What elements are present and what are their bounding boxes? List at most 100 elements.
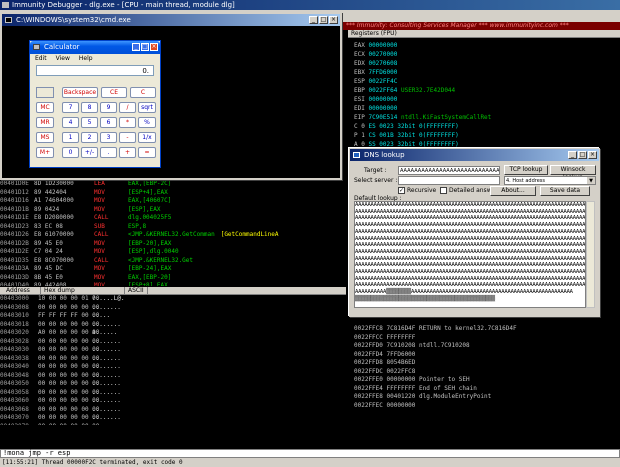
- key-3[interactable]: 3: [100, 132, 117, 143]
- close-button[interactable]: ×: [329, 16, 338, 24]
- menu-edit[interactable]: Edit: [35, 55, 47, 62]
- key-7[interactable]: 7: [62, 102, 79, 113]
- save-data-button[interactable]: Save data: [540, 186, 590, 196]
- dns-titlebar[interactable]: DNS lookup _ □ ×: [350, 149, 599, 161]
- recursive-checkbox[interactable]: ✓: [398, 187, 405, 194]
- dns-maximize-button[interactable]: □: [578, 151, 587, 159]
- dns-lookup-window[interactable]: DNS lookup _ □ × Target : AAAAAAAAAAAAAA…: [349, 148, 600, 317]
- immunity-titlebar[interactable]: Immunity Debugger - dlg.exe - [CPU - mai…: [0, 0, 620, 10]
- key-mr[interactable]: MR: [36, 117, 54, 128]
- disasm-row[interactable]: 00401D35 E8 8C070000 CALL <JMP.&KERNEL32.Ge…: [0, 257, 346, 266]
- key-4[interactable]: 4: [62, 117, 79, 128]
- menu-help[interactable]: Help: [79, 55, 93, 62]
- dump-row[interactable]: 00403048 00 00 00 00 00 00........: [0, 372, 346, 381]
- key-subtract[interactable]: -: [119, 132, 136, 143]
- dump-row[interactable]: 00403040 00 00 00 00 00 00........: [0, 363, 346, 372]
- register-row[interactable]: ECX 00270000: [354, 50, 614, 59]
- winsock-lookup-button[interactable]: Winsock lookup: [550, 165, 596, 181]
- dump-pane[interactable]: Address Hex dump ASCII 00403000 10 00 00 …: [0, 287, 346, 425]
- key-percent[interactable]: %: [138, 117, 156, 128]
- disasm-row[interactable]: 00401D12 89 442404 MOV [ESP+4],EAX: [0, 189, 346, 198]
- dump-row[interactable]: 00403010 FF FF FF FF 00 00.....: [0, 312, 346, 321]
- disasm-row[interactable]: 00401D1E E8 D2080000 CALL dlg.004025F5: [0, 214, 346, 223]
- disasm-row[interactable]: 00401D3A 89 45 DC MOV [EBP-24],EAX: [0, 265, 346, 274]
- register-row[interactable]: C 0 ES 0023 32bit 0(FFFFFFFF): [354, 122, 614, 131]
- disasm-row[interactable]: 00401D26 E8 61070000 CALL <JMP.&KERNEL32.Ge…: [0, 231, 346, 240]
- dns-minimize-button[interactable]: _: [568, 151, 577, 159]
- key-1[interactable]: 1: [62, 132, 79, 143]
- key-0[interactable]: 0: [62, 147, 79, 158]
- dump-row[interactable]: 00403028 00 00 00 00 00 00........: [0, 338, 346, 347]
- dump-row[interactable]: 00403018 00 00 00 00 00 00........: [0, 321, 346, 330]
- key-8[interactable]: 8: [81, 102, 98, 113]
- dump-row[interactable]: 0040307800 00 00 00 00 00........: [0, 423, 346, 426]
- maximize-button[interactable]: □: [319, 16, 328, 24]
- menu-view[interactable]: View: [56, 55, 70, 62]
- calculator-window[interactable]: Calculator _ □ × Edit View Help 0. Backs…: [29, 40, 161, 168]
- calc-minimize-button[interactable]: _: [132, 43, 140, 51]
- key-c[interactable]: C: [130, 87, 156, 98]
- dump-row[interactable]: 00403068 00 00 00 00 00 00........: [0, 406, 346, 415]
- disasm-row[interactable]: 00401D0E 8D 1D230000 LEA EAX,[EBP-2C]: [0, 180, 346, 189]
- disasm-row[interactable]: 00401D2E C7 04 24 MOV [ESP],dlg.0040: [0, 248, 346, 257]
- key-reciprocal[interactable]: 1/x: [138, 132, 156, 143]
- calc-maximize-button[interactable]: □: [141, 43, 149, 51]
- key-decimal[interactable]: .: [100, 147, 117, 158]
- register-row[interactable]: EDI 00000000: [354, 104, 614, 113]
- lookup-output-textarea[interactable]: AAAAAAAAAAAAAAAAAAAAAAAAAAAAAAAAAAAAAAAA…: [354, 201, 586, 308]
- register-row[interactable]: P 1 CS 001B 32bit 0(FFFFFFFF): [354, 131, 614, 140]
- dns-close-button[interactable]: ×: [588, 151, 597, 159]
- key-sqrt[interactable]: sqrt: [138, 102, 156, 113]
- tcp-lookup-button[interactable]: TCP lookup: [504, 165, 548, 175]
- calc-close-button[interactable]: ×: [150, 43, 158, 51]
- cmd-titlebar[interactable]: C:\WINDOWS\system32\cmd.exe _ □ ×: [2, 14, 340, 26]
- key-ce[interactable]: CE: [101, 87, 127, 98]
- key-add[interactable]: +: [119, 147, 136, 158]
- disasm-row[interactable]: 00401D2B 89 45 E0 MOV [EBP-20],EAX: [0, 240, 346, 249]
- disasm-row[interactable]: 00401D3D 8B 45 E0 MOV EAX,[EBP-20]: [0, 274, 346, 283]
- calculator-titlebar[interactable]: Calculator _ □ ×: [30, 41, 160, 54]
- dump-row[interactable]: 00403030 00 00 00 00 00 00........: [0, 346, 346, 355]
- chevron-down-icon[interactable]: ▼: [587, 177, 595, 184]
- key-multiply[interactable]: *: [119, 117, 136, 128]
- disasm-row[interactable]: 00401D1B 89 0424 MOV [ESP],EAX: [0, 206, 346, 215]
- key-mplus[interactable]: M+: [36, 147, 54, 158]
- stack-row[interactable]: 0022FFD8 8054B6ED: [348, 359, 620, 368]
- register-row[interactable]: EIP 7C90E514 ntdll.KiFastSystemCallRet: [354, 113, 614, 122]
- key-5[interactable]: 5: [81, 117, 98, 128]
- register-row[interactable]: EBP 0022FF64 USER32.7E42D044: [354, 86, 614, 95]
- server-input[interactable]: [398, 176, 500, 185]
- key-ms[interactable]: MS: [36, 132, 54, 143]
- dump-row[interactable]: 00403038 00 00 00 00 00 00........: [0, 355, 346, 364]
- register-row[interactable]: ESI 00000000: [354, 95, 614, 104]
- stack-row[interactable]: 0022FFE0 00000000 Pointer to SEH: [348, 376, 620, 385]
- minimize-button[interactable]: _: [309, 16, 318, 24]
- key-2[interactable]: 2: [81, 132, 98, 143]
- register-row[interactable]: EDX 00270608: [354, 59, 614, 68]
- key-negate[interactable]: +/-: [81, 147, 98, 158]
- stack-row[interactable]: 0022FFD4 7FFD6000: [348, 351, 620, 360]
- key-backspace[interactable]: Backspace: [62, 87, 98, 98]
- dump-row[interactable]: 00403058 00 00 00 00 00 00........: [0, 389, 346, 398]
- stack-row[interactable]: 0022FFD0 7C910208 ntdll.7C910208: [348, 342, 620, 351]
- detailed-answer-checkbox[interactable]: [440, 187, 447, 194]
- dump-row[interactable]: 00403060 00 00 00 00 00 00........: [0, 397, 346, 406]
- command-line-input[interactable]: !mona jmp -r esp: [0, 449, 620, 458]
- register-row[interactable]: EBX 7FFD6000: [354, 68, 614, 77]
- stack-row[interactable]: 0022FFE4 FFFFFFFF End of SEH chain: [348, 385, 620, 394]
- dump-row[interactable]: 00403050 00 00 00 00 00 00........: [0, 380, 346, 389]
- target-input[interactable]: AAAAAAAAAAAAAAAAAAAAAAAAAAAAAAAAAAAAAAAA…: [398, 166, 500, 175]
- dump-row[interactable]: 00403070 00 00 00 00 00 00........: [0, 414, 346, 423]
- about-button[interactable]: About...: [490, 186, 536, 196]
- stack-row[interactable]: 0022FFDC 0022FFC8: [348, 368, 620, 377]
- register-row[interactable]: ESP 0022FF4C: [354, 77, 614, 86]
- stack-row[interactable]: 0022FFEC 00000000: [348, 402, 620, 411]
- server-type-select[interactable]: 4. Host address ▼: [504, 176, 596, 185]
- register-row[interactable]: EAX 00000000: [354, 41, 614, 50]
- dump-row[interactable]: 00403020 A0 00 00 00 00 00 a......: [0, 329, 346, 338]
- key-divide[interactable]: /: [119, 102, 136, 113]
- key-9[interactable]: 9: [100, 102, 117, 113]
- disasm-row[interactable]: 00401D40 89 442408 MOV [ESP+8],EAX: [0, 282, 346, 286]
- stack-row[interactable]: 0022FFE8 00401220 dlg.ModuleEntryPoint: [348, 393, 620, 402]
- stack-row[interactable]: 0022FFC8 7C816D4F RETURN to kernel32.7C8…: [348, 325, 620, 334]
